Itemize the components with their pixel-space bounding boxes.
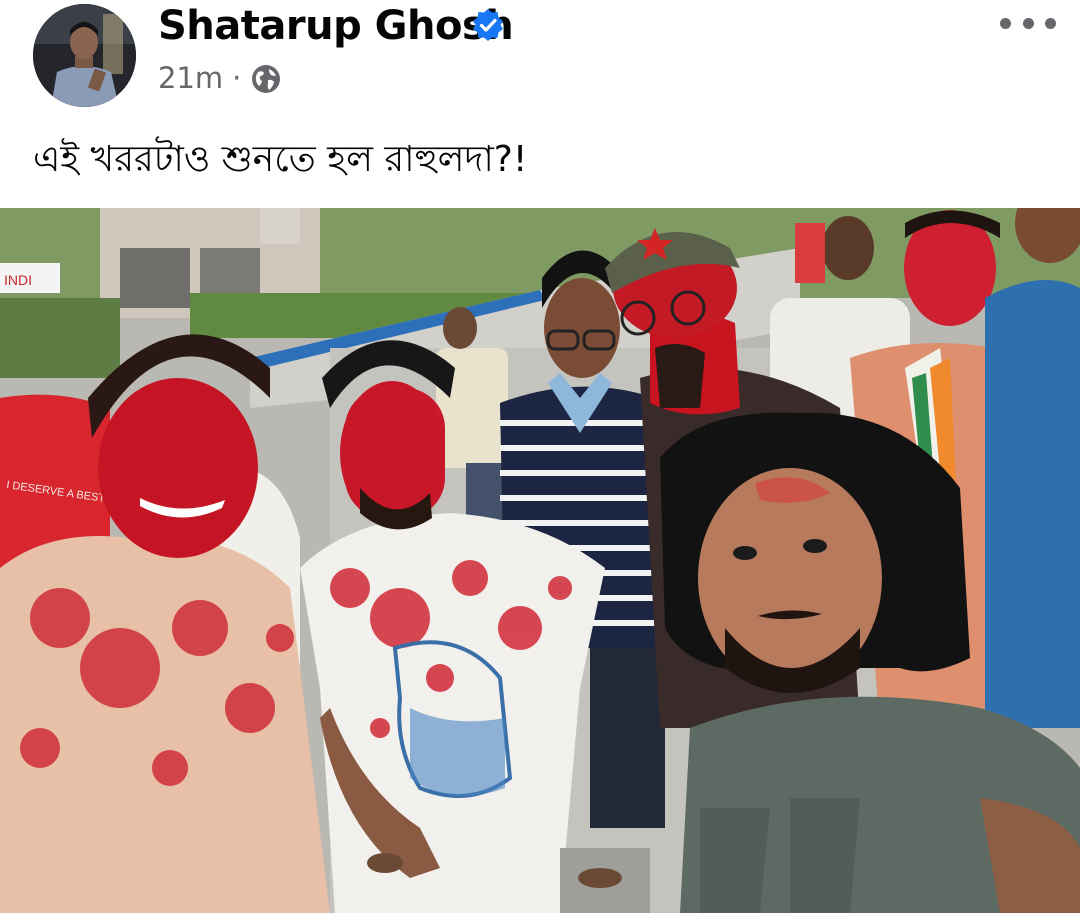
post-time[interactable]: 21m xyxy=(158,61,223,95)
post-meta: 21m · xyxy=(158,61,282,95)
meta-separator: · xyxy=(232,61,242,95)
post-caption: এই খররটাও শুনতে হল রাহুলদা?! xyxy=(33,139,528,180)
more-dot xyxy=(1045,17,1056,29)
shop-sign-text: INDI xyxy=(4,272,32,288)
post-photo[interactable]: INDI I DESERVE A BEST CRICK xyxy=(0,208,1080,913)
globe-icon[interactable] xyxy=(250,63,282,95)
more-dot xyxy=(1022,17,1034,29)
post-header: Shatarup Ghosh 21m · xyxy=(0,0,1080,115)
more-dot xyxy=(1000,17,1011,29)
author-avatar[interactable] xyxy=(33,4,136,107)
author-name[interactable]: Shatarup Ghosh xyxy=(158,3,514,49)
verified-badge-icon xyxy=(473,9,503,41)
more-options-icon[interactable] xyxy=(1000,8,1056,38)
